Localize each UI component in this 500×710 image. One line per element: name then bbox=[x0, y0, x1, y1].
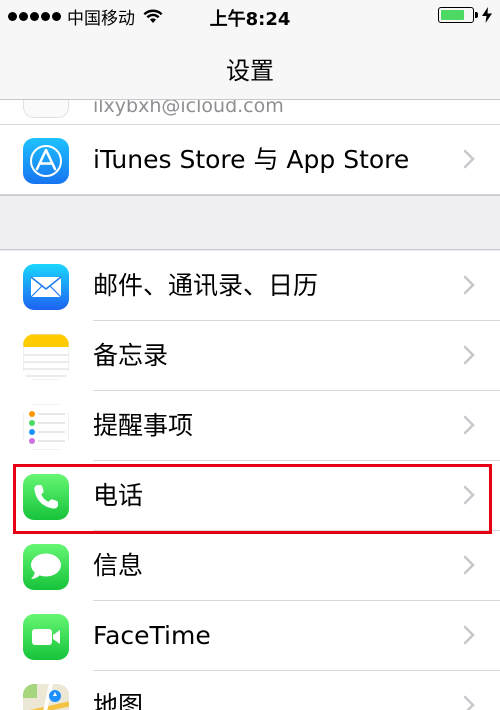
settings-row-notes[interactable]: 备忘录 bbox=[0, 321, 500, 391]
settings-row-label: iTunes Store 与 App Store bbox=[93, 145, 410, 174]
page-title: 设置 bbox=[226, 57, 274, 85]
chevron-right-icon bbox=[463, 415, 475, 435]
chevron-right-icon bbox=[463, 275, 475, 295]
settings-row-mail-contacts-calendars[interactable]: 邮件、通讯录、日历 bbox=[0, 251, 500, 321]
status-bar: 中国移动 上午8:24 bbox=[0, 0, 500, 32]
battery-icon bbox=[438, 7, 478, 23]
settings-row-label: 邮件、通讯录、日历 bbox=[93, 271, 319, 300]
settings-row-maps[interactable]: 地图 bbox=[0, 671, 500, 710]
settings-row-label: 电话 bbox=[93, 481, 144, 510]
section-gap bbox=[0, 195, 500, 250]
messages-icon bbox=[23, 544, 69, 590]
settings-row-label: 提醒事项 bbox=[93, 411, 194, 440]
status-right bbox=[438, 7, 492, 23]
settings-row-itunes-app-store[interactable]: iTunes Store 与 App Store bbox=[0, 125, 500, 195]
mail-icon bbox=[23, 264, 69, 310]
settings-section-store: iTunes Store 与 App Store bbox=[0, 125, 500, 195]
navigation-bar: 设置 bbox=[0, 32, 500, 100]
chevron-right-icon bbox=[463, 625, 475, 645]
settings-row-reminders[interactable]: 提醒事项 bbox=[0, 391, 500, 461]
settings-section-apps: 邮件、通讯录、日历 备忘录 提醒事项 电话 信息 FaceTime 地图 bbox=[0, 251, 500, 710]
status-time: 上午8:24 bbox=[209, 9, 291, 30]
facetime-icon bbox=[23, 614, 69, 660]
account-email: ilxybxh@icloud.com bbox=[93, 100, 284, 117]
account-avatar-icon bbox=[23, 100, 69, 118]
settings-row-label: 备忘录 bbox=[93, 341, 169, 370]
maps-icon bbox=[23, 684, 69, 710]
charging-bolt-icon bbox=[482, 7, 492, 23]
settings-row-label: 信息 bbox=[93, 551, 144, 580]
chevron-right-icon bbox=[463, 345, 475, 365]
reminders-icon bbox=[23, 404, 69, 450]
app-store-icon bbox=[23, 138, 69, 184]
battery-level bbox=[441, 10, 464, 20]
settings-row-facetime[interactable]: FaceTime bbox=[0, 601, 500, 671]
settings-row-messages[interactable]: 信息 bbox=[0, 531, 500, 601]
settings-row-label: FaceTime bbox=[93, 621, 211, 650]
chevron-right-icon bbox=[463, 485, 475, 505]
settings-row-label: 地图 bbox=[93, 691, 144, 710]
chevron-right-icon bbox=[463, 149, 475, 169]
account-row[interactable]: ilxybxh@icloud.com bbox=[0, 100, 500, 125]
notes-icon bbox=[23, 334, 69, 380]
settings-row-phone[interactable]: 电话 bbox=[0, 461, 500, 531]
chevron-right-icon bbox=[463, 695, 475, 710]
phone-icon bbox=[23, 474, 69, 520]
chevron-right-icon bbox=[463, 555, 475, 575]
